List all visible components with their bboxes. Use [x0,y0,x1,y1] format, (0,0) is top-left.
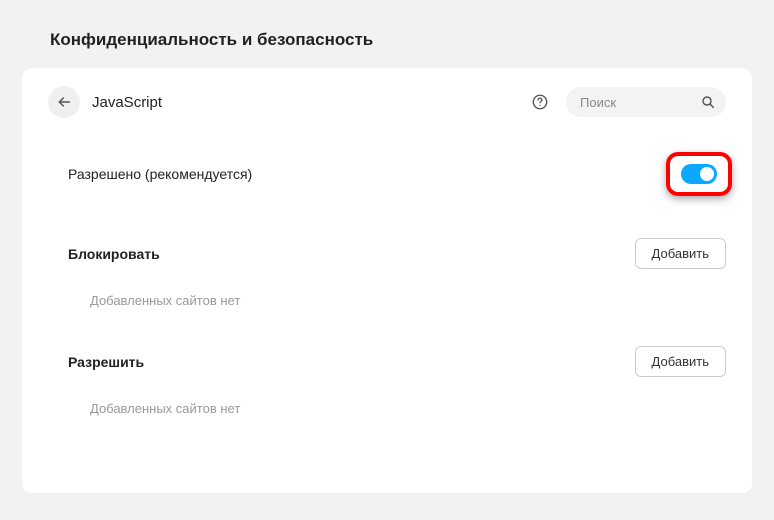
block-section-head: Блокировать Добавить [68,238,726,269]
search-wrap [566,87,726,117]
allow-add-button[interactable]: Добавить [635,346,726,377]
back-button[interactable] [48,86,80,118]
highlight-ring [666,152,732,196]
allow-section: Разрешить Добавить Добавленных сайтов не… [48,346,726,416]
settings-panel: JavaScript Разрешено (рекомендуется) [22,68,752,493]
block-section: Блокировать Добавить Добавленных сайтов … [48,238,726,308]
arrow-left-icon [56,94,72,110]
toggle-knob [700,167,714,181]
allowed-toggle[interactable] [681,164,717,184]
block-empty-text: Добавленных сайтов нет [90,293,726,308]
page-title: JavaScript [92,94,528,111]
panel-header: JavaScript [48,86,726,118]
section-title: Конфиденциальность и безопасность [50,30,752,50]
allow-section-title: Разрешить [68,354,144,370]
allow-section-head: Разрешить Добавить [68,346,726,377]
settings-page: Конфиденциальность и безопасность JavaSc… [0,0,774,520]
allow-empty-text: Добавленных сайтов нет [90,401,726,416]
help-icon [531,93,549,111]
allowed-row: Разрешено (рекомендуется) [48,152,726,196]
allowed-label: Разрешено (рекомендуется) [68,166,252,182]
block-add-button[interactable]: Добавить [635,238,726,269]
search-input[interactable] [566,87,726,117]
block-section-title: Блокировать [68,246,160,262]
help-button[interactable] [528,90,552,114]
